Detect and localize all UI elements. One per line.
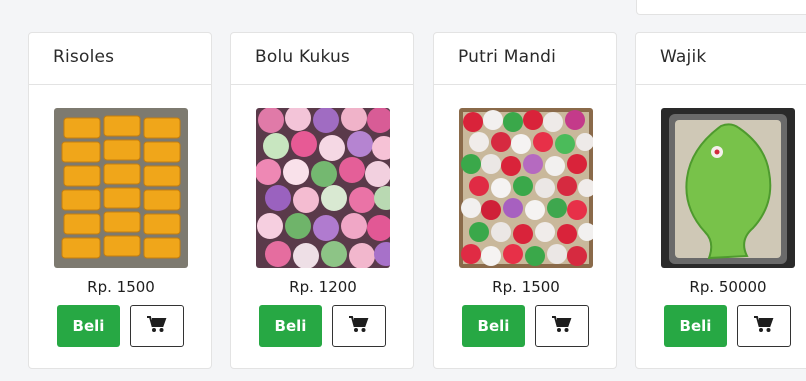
product-name: Bolu Kukus xyxy=(231,33,413,85)
product-price: Rp. 1500 xyxy=(87,278,155,296)
cart-icon xyxy=(147,316,167,336)
wajik-photo xyxy=(661,108,795,268)
add-to-cart-button[interactable] xyxy=(535,305,589,347)
cart-icon xyxy=(552,316,572,336)
buy-button[interactable]: Beli xyxy=(259,305,322,347)
putri-mandi-photo xyxy=(459,108,593,268)
product-card-bolu-kukus: Bolu Kukus Rp. 1200 Beli xyxy=(230,32,414,369)
product-price: Rp. 1500 xyxy=(492,278,560,296)
product-price: Rp. 1200 xyxy=(289,278,357,296)
add-to-cart-button[interactable] xyxy=(737,305,791,347)
add-to-cart-button[interactable] xyxy=(332,305,386,347)
buy-button[interactable]: Beli xyxy=(664,305,727,347)
buy-button[interactable]: Beli xyxy=(57,305,120,347)
product-name: Wajik xyxy=(636,33,806,85)
product-card-risoles: Risoles Rp. 1500 Beli xyxy=(28,32,212,369)
buy-button[interactable]: Beli xyxy=(462,305,525,347)
cart-icon xyxy=(349,316,369,336)
product-card-wajik: Wajik Rp. 50000 Beli xyxy=(635,32,806,369)
cart-icon xyxy=(754,316,774,336)
add-to-cart-button[interactable] xyxy=(130,305,184,347)
product-name: Risoles xyxy=(29,33,211,85)
product-grid: Risoles Rp. 1500 Beli Bolu Kukus Rp. 120… xyxy=(28,32,806,370)
product-card-putri-mandi: Putri Mandi Rp. 1500 Beli xyxy=(433,32,617,369)
bolu-kukus-photo xyxy=(256,108,390,268)
risoles-photo xyxy=(54,108,188,268)
top-panel-edge xyxy=(636,0,806,15)
product-name: Putri Mandi xyxy=(434,33,616,85)
product-price: Rp. 50000 xyxy=(689,278,767,296)
